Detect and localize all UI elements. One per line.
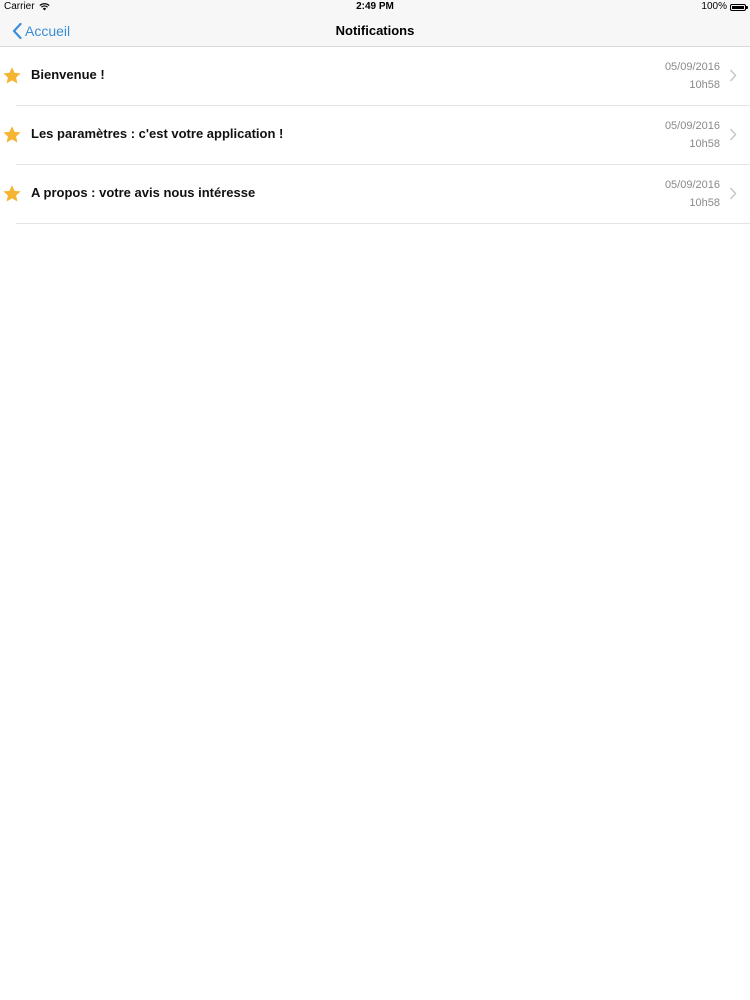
star-icon	[3, 67, 21, 84]
clock: 2:49 PM	[356, 1, 394, 12]
notification-date: 05/09/2016	[664, 179, 720, 191]
notification-row[interactable]: Bienvenue ! 05/09/2016 10h58	[3, 47, 750, 106]
notification-list: Bienvenue ! 05/09/2016 10h58 Les paramèt…	[0, 47, 750, 224]
notification-time: 10h58	[689, 138, 720, 150]
status-bar: Carrier 2:49 PM 100%	[0, 0, 750, 14]
battery-indicator: 100%	[701, 0, 748, 14]
notification-title: A propos : votre avis nous intéresse	[31, 185, 256, 200]
chevron-right-icon	[729, 69, 737, 82]
chevron-right-icon	[729, 128, 737, 141]
notification-title: Les paramètres : c'est votre application…	[31, 126, 284, 141]
star-icon	[3, 185, 21, 202]
notification-row[interactable]: A propos : votre avis nous intéresse 05/…	[3, 165, 750, 224]
notification-time: 10h58	[689, 79, 720, 91]
navigation-bar: Accueil Notifications	[0, 14, 750, 47]
chevron-right-icon	[729, 187, 737, 200]
notification-time: 10h58	[689, 197, 720, 209]
battery-icon	[730, 3, 748, 11]
battery-percent: 100%	[701, 1, 727, 12]
notification-title: Bienvenue !	[31, 67, 105, 82]
notification-date: 05/09/2016	[664, 120, 720, 132]
star-icon	[3, 126, 21, 143]
notification-date: 05/09/2016	[664, 61, 720, 73]
notification-row[interactable]: Les paramètres : c'est votre application…	[3, 106, 750, 165]
page-title: Notifications	[335, 23, 415, 38]
